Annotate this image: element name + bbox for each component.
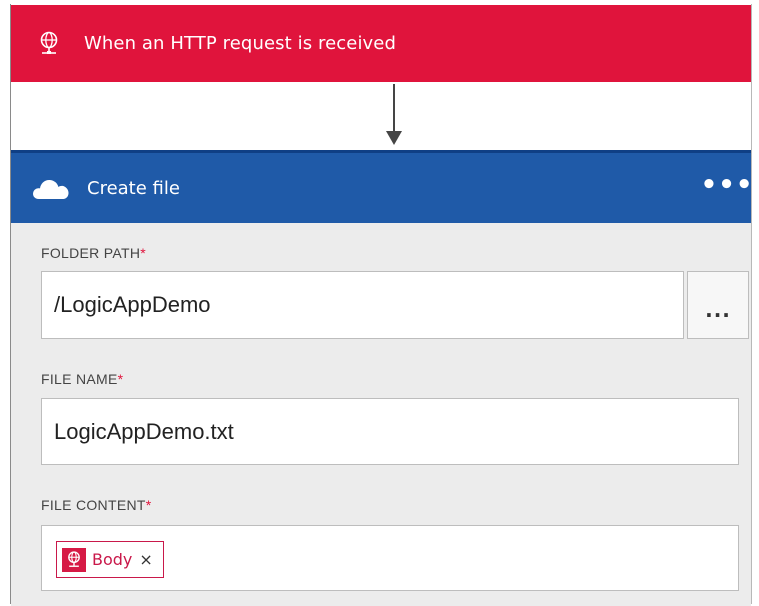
globe-request-icon <box>62 547 86 572</box>
frame-border-right <box>751 4 752 604</box>
browse-folder-label: ... <box>705 298 731 322</box>
file-name-label-text: FILE NAME <box>41 371 118 387</box>
more-options-button[interactable]: ••• <box>701 170 753 200</box>
globe-request-icon <box>38 31 60 57</box>
file-content-label: FILE CONTENT* <box>41 497 151 513</box>
file-name-label: FILE NAME* <box>41 371 123 387</box>
logic-app-designer: When an HTTP request is received Create … <box>0 0 759 606</box>
folder-path-input[interactable]: /LogicAppDemo <box>41 271 684 339</box>
folder-path-label-text: FOLDER PATH <box>41 245 141 261</box>
folder-path-label: FOLDER PATH* <box>41 245 146 261</box>
connector-line <box>393 84 395 133</box>
browse-folder-button[interactable]: ... <box>687 271 749 339</box>
folder-path-value: /LogicAppDemo <box>54 292 211 317</box>
token-label: Body <box>92 550 133 569</box>
required-marker: * <box>145 497 152 513</box>
trigger-card-header[interactable]: When an HTTP request is received <box>11 5 751 82</box>
action-title: Create file <box>87 177 180 199</box>
dynamic-content-token[interactable]: Body × <box>56 541 164 578</box>
required-marker: * <box>117 371 124 387</box>
action-card-header[interactable]: Create file ••• <box>11 150 753 223</box>
required-marker: * <box>140 245 146 261</box>
file-name-input[interactable]: LogicAppDemo.txt <box>41 398 739 465</box>
onedrive-cloud-icon <box>31 174 71 202</box>
file-name-value: LogicAppDemo.txt <box>54 418 234 444</box>
file-content-label-text: FILE CONTENT <box>41 497 146 513</box>
trigger-title: When an HTTP request is received <box>84 33 397 54</box>
connector-arrow-icon <box>386 131 402 145</box>
token-remove-button[interactable]: × <box>139 550 152 569</box>
